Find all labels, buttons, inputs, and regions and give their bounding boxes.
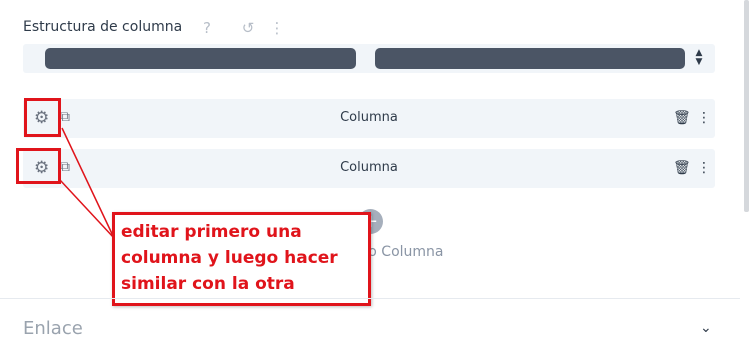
section-divider	[0, 298, 740, 299]
gear-highlight-box	[24, 98, 61, 137]
more-options-icon[interactable]: ⋮	[697, 110, 711, 126]
gear-highlight-box	[16, 148, 61, 184]
column-item[interactable]: Columna	[23, 149, 715, 188]
link-section-title[interactable]: Enlace	[23, 318, 83, 339]
chevron-down-icon[interactable]: ⌄	[700, 320, 712, 336]
select-arrows-icon: ▲ ▼	[695, 48, 703, 67]
trash-icon[interactable]: 🗑	[673, 160, 691, 176]
duplicate-icon[interactable]: ⧉	[60, 109, 70, 125]
add-column-label[interactable]: vo Columna	[360, 244, 444, 260]
undo-icon[interactable]: ↺	[239, 19, 257, 37]
column-item[interactable]: Columna	[23, 99, 715, 138]
duplicate-icon[interactable]: ⧉	[60, 159, 70, 175]
more-options-icon[interactable]: ⋮	[268, 19, 286, 37]
annotation-line: editar primero una	[121, 222, 302, 242]
column-label: Columna	[340, 110, 398, 125]
annotation-arrow-line-2	[59, 179, 115, 239]
annotation-note: editar primero una columna y luego hacer…	[112, 212, 371, 306]
structure-column-block-2	[375, 48, 685, 69]
structure-column-block-1	[45, 48, 356, 69]
scrollbar[interactable]	[744, 0, 749, 212]
section-title: Estructura de columna	[23, 19, 183, 35]
annotation-line: similar con la otra	[121, 274, 295, 294]
trash-icon[interactable]: 🗑	[673, 110, 691, 126]
column-label: Columna	[340, 160, 398, 175]
annotation-line: columna y luego hacer	[121, 248, 338, 268]
help-icon[interactable]: ?	[198, 19, 216, 37]
more-options-icon[interactable]: ⋮	[697, 160, 711, 176]
